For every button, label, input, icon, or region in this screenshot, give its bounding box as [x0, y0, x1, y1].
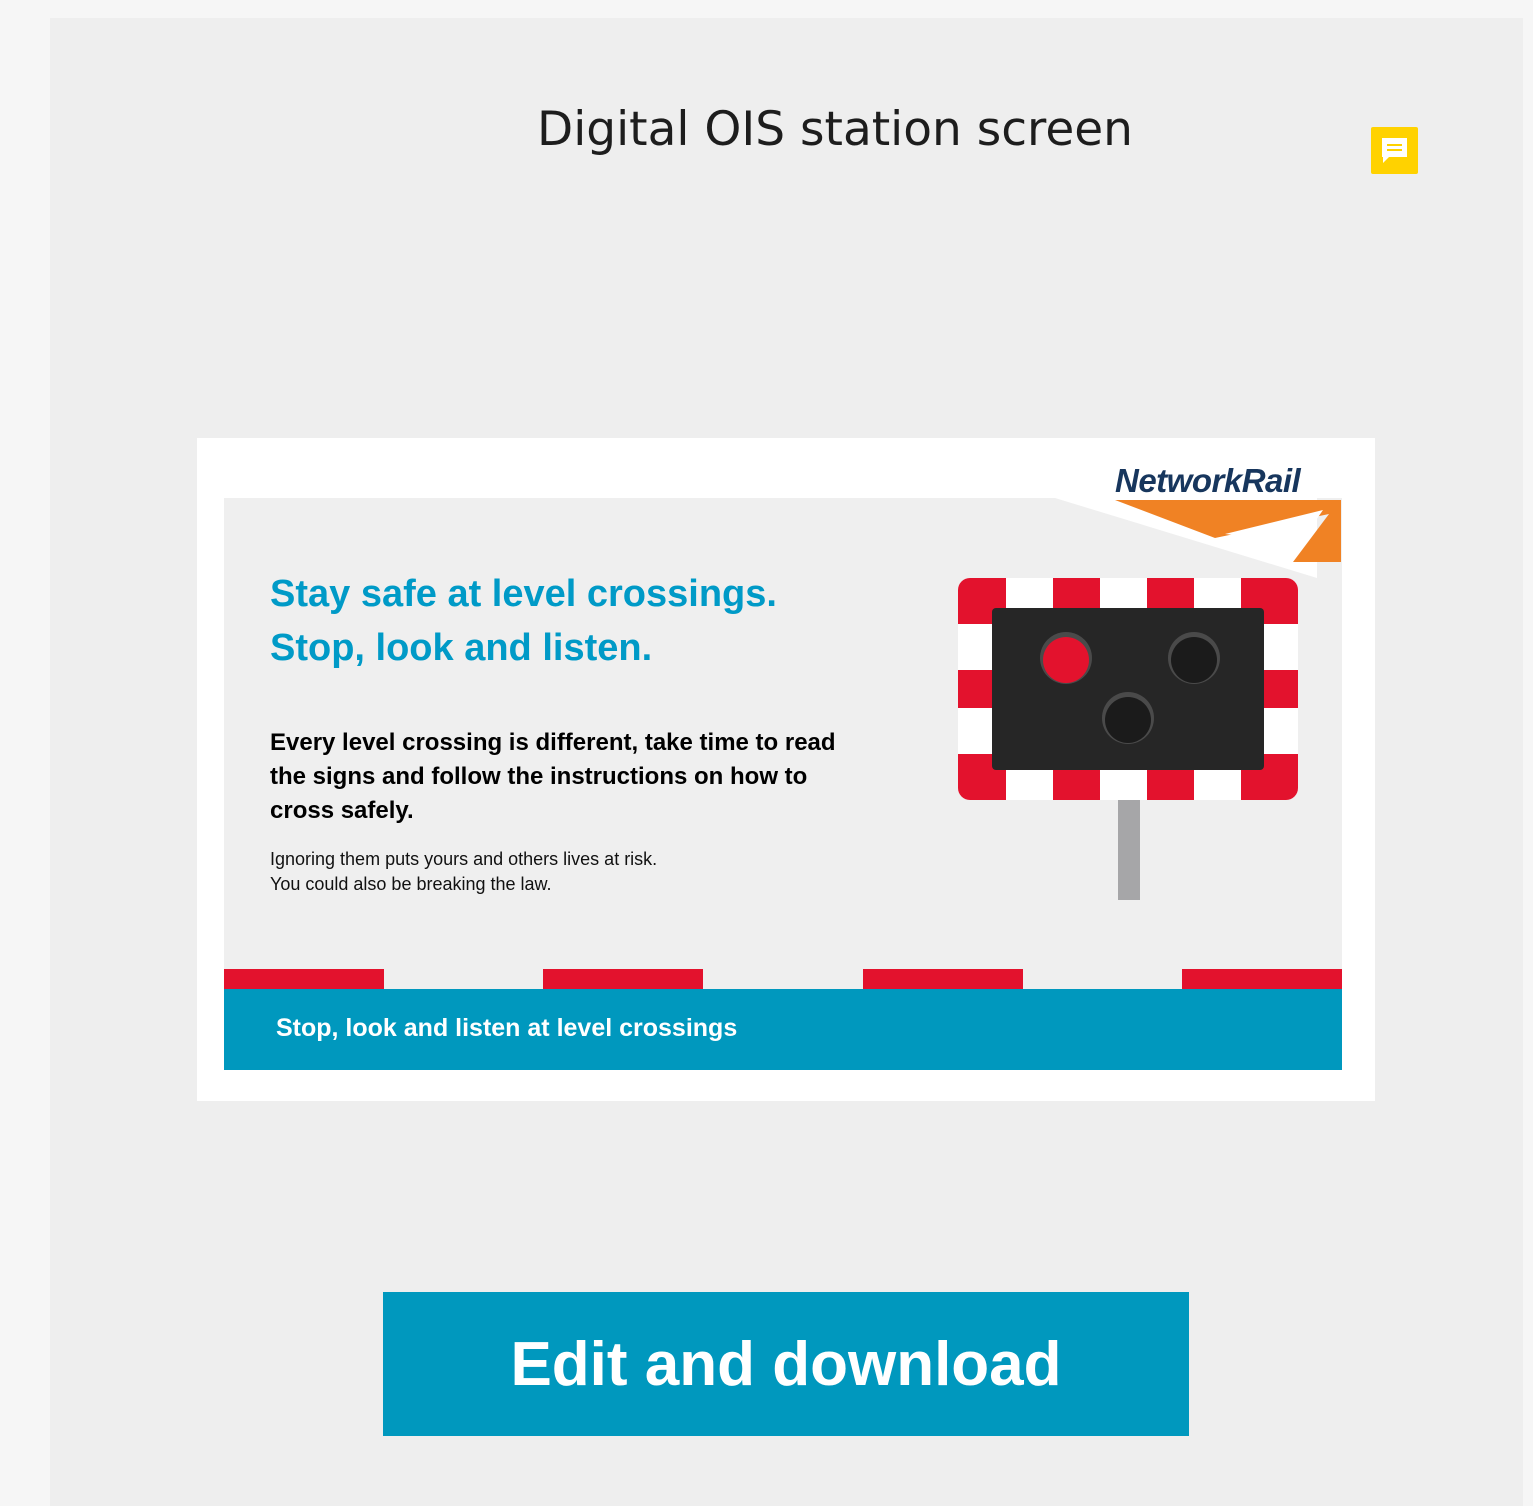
poster-preview: NetworkRail Stay safe at level crossings…: [197, 438, 1375, 1101]
hazard-stripe: [224, 969, 1342, 989]
network-rail-logo: NetworkRail: [1115, 462, 1301, 499]
poster-footer-band: Stop, look and listen at level crossings: [224, 989, 1342, 1070]
headline-line-1: Stay safe at level crossings.: [270, 573, 777, 615]
poster-headline: Stay safe at level crossings. Stop, look…: [270, 567, 890, 675]
body-line-1: Ignoring them puts yours and others live…: [270, 849, 658, 869]
level-crossing-signal-icon: [958, 578, 1298, 900]
comment-icon: [1382, 138, 1407, 163]
poster-footer-text: Stop, look and listen at level crossings: [276, 1014, 738, 1042]
comment-button[interactable]: [1371, 127, 1418, 174]
template-card: Digital OIS station screen NetworkRail S…: [50, 18, 1523, 1506]
poster-body-copy: Ignoring them puts yours and others live…: [270, 847, 790, 897]
page-title: Digital OIS station screen: [537, 102, 1133, 157]
headline-line-2: Stop, look and listen.: [270, 627, 653, 669]
edit-and-download-button[interactable]: Edit and download: [383, 1292, 1189, 1436]
body-line-2: You could also be breaking the law.: [270, 874, 552, 894]
poster-subhead: Every level crossing is different, take …: [270, 729, 836, 824]
network-rail-logo-mark: [1115, 500, 1341, 562]
